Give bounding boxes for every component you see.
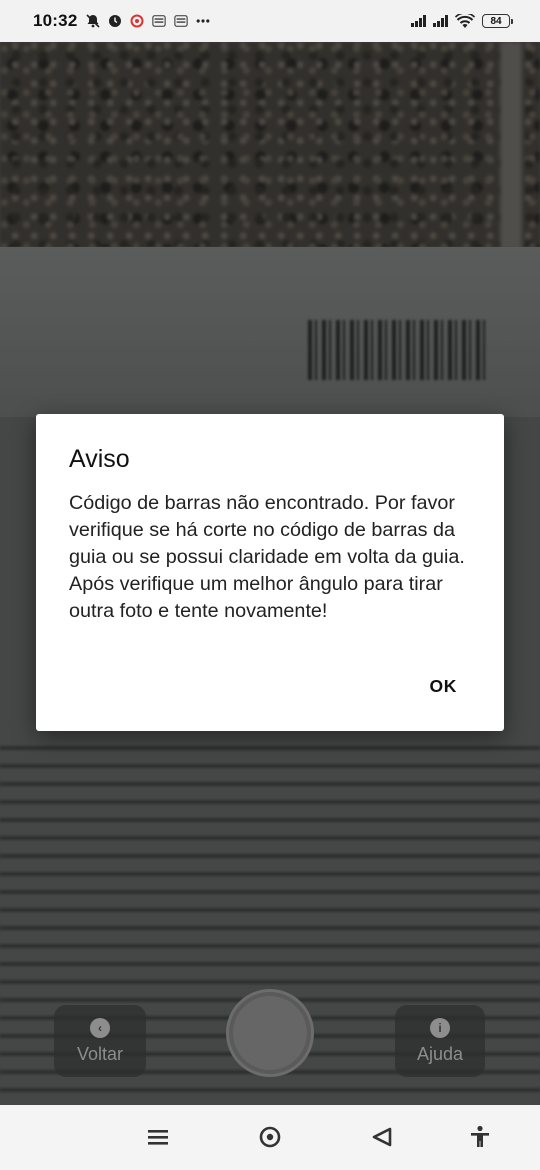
back-icon: [372, 1127, 392, 1147]
more-notifications-icon: [197, 19, 210, 23]
menu-button[interactable]: [146, 1125, 170, 1149]
accessibility-icon: [471, 1125, 489, 1147]
home-button[interactable]: [258, 1125, 282, 1149]
record-icon: [130, 14, 144, 28]
signal-icon: [433, 15, 448, 27]
mute-icon: [86, 14, 101, 28]
help-button-label: Ajuda: [416, 1043, 464, 1064]
notification-icons: [86, 14, 210, 28]
wifi-icon: [455, 13, 475, 28]
status-left: 10:32: [33, 11, 210, 31]
status-right: 84: [411, 13, 513, 29]
status-time: 10:32: [33, 11, 78, 30]
chevron-left-icon: ‹: [90, 1017, 110, 1038]
battery-level: 84: [490, 15, 502, 27]
signal-icon: [411, 15, 426, 27]
info-icon: i: [430, 1017, 450, 1038]
dialog-title: Aviso: [69, 445, 130, 473]
nav-back-button[interactable]: [370, 1125, 394, 1149]
accessibility-button[interactable]: [468, 1125, 492, 1149]
help-button[interactable]: i Ajuda: [395, 1005, 485, 1077]
app-notification-icon: [152, 15, 167, 27]
ok-button[interactable]: OK: [430, 672, 457, 701]
alarm-icon: [109, 15, 122, 27]
status-bar: 10:32 84: [0, 0, 540, 42]
home-icon: [259, 1126, 281, 1148]
back-button-label: Voltar: [76, 1043, 124, 1064]
alert-dialog: Aviso Código de barras não encontrado. P…: [36, 414, 504, 731]
back-button[interactable]: ‹ Voltar: [54, 1005, 146, 1077]
shutter-button[interactable]: [226, 989, 314, 1077]
navigation-bar: [0, 1105, 540, 1170]
dialog-message: Código de barras não encontrado. Por fav…: [69, 492, 465, 622]
menu-icon: [148, 1130, 168, 1145]
battery-icon: 84: [482, 14, 513, 28]
app-notification-icon: [174, 15, 189, 27]
